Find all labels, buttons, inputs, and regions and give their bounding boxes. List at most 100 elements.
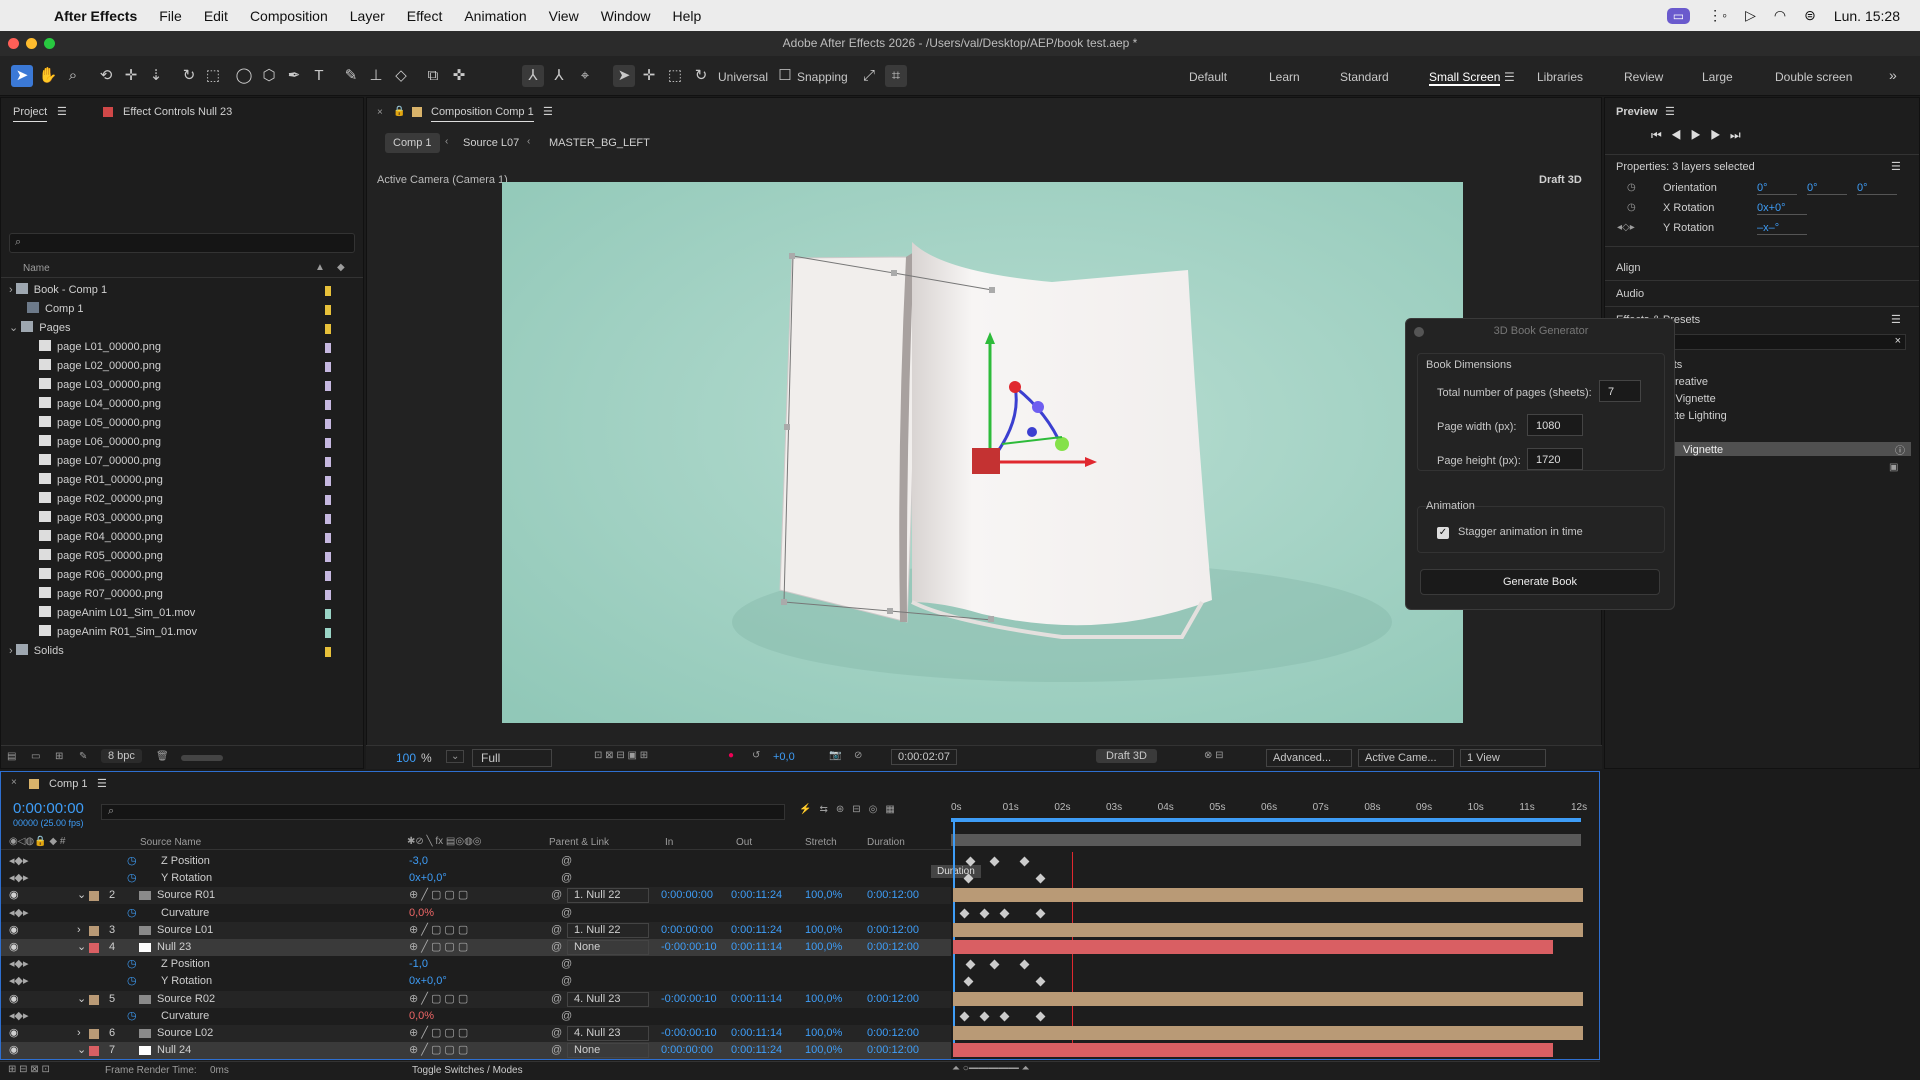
stopwatch-icon[interactable]: ◷ [127, 853, 137, 870]
expression-pick-whip-icon[interactable]: @ [561, 853, 572, 870]
orientation-x[interactable]: 0° [1757, 182, 1797, 195]
zoom-tool-icon[interactable]: ⌕ [62, 65, 84, 87]
keyframe-nav-icon[interactable]: ◂◆▸ [9, 853, 29, 870]
project-item[interactable]: › Solids [9, 642, 353, 661]
layer-duration[interactable]: 0:00:12:00 [867, 939, 919, 956]
keyframe[interactable] [989, 856, 1000, 867]
comp-menu-icon[interactable]: ☰ [543, 105, 553, 118]
timeline-layer-row[interactable]: ◉ › 6 Source L02 ⊕ ╱ ▢ ▢ ▢ @4. Null 23 -0:00:0… [1, 1025, 951, 1042]
zoom-value[interactable]: 100 [396, 751, 416, 765]
snap-options-icon[interactable]: ⤢ [858, 65, 880, 87]
label-column-icon[interactable]: ◆ [337, 262, 345, 273]
property-value[interactable]: 0,0% [409, 1008, 434, 1025]
timeline-property-row[interactable]: ◂◆▸ ◷ Z Position -3,0 @ [1, 853, 951, 870]
label-color-swatch[interactable] [325, 514, 331, 524]
pick-whip-icon[interactable]: @ [551, 991, 562, 1008]
menu-edit[interactable]: Edit [204, 8, 228, 24]
playback-controls-icon[interactable]: ⏮◀▶▶⏭ [1651, 128, 1750, 143]
local-axis-icon[interactable]: ⅄ [522, 65, 544, 87]
viewer-canvas[interactable] [502, 182, 1463, 723]
project-item[interactable]: page L01_00000.png [9, 338, 353, 357]
new-comp-icon[interactable]: ⊞ [55, 751, 63, 762]
layer-name[interactable]: Null 24 [157, 1042, 191, 1059]
layer-out[interactable]: 0:00:11:24 [731, 887, 782, 904]
layer-duration[interactable]: 0:00:12:00 [867, 922, 919, 939]
timeline-property-row[interactable]: ◂◆▸ ◷ Curvature 0,0% @ [1, 905, 951, 922]
stopwatch-icon[interactable]: ◷ [127, 1008, 137, 1025]
renderer-dropdown[interactable]: Advanced... [1266, 749, 1352, 767]
expand-icon[interactable]: ⌄ [77, 991, 86, 1008]
col-in[interactable]: In [665, 837, 673, 848]
tab-project[interactable]: Project [13, 106, 48, 122]
parent-dropdown[interactable]: 4. Null 23 [567, 991, 649, 1007]
pen-icon[interactable]: ✎ [79, 751, 87, 762]
pick-whip-icon[interactable]: @ [551, 1042, 562, 1059]
project-menu-icon[interactable]: ☰ [57, 105, 67, 118]
stopwatch-icon[interactable]: ◷ [127, 870, 137, 887]
stopwatch-icon[interactable]: ◷ [127, 956, 137, 973]
keyframe[interactable] [1035, 976, 1046, 987]
label-color-swatch[interactable] [325, 419, 331, 429]
roto-tool-icon[interactable]: ⧉ [422, 65, 444, 87]
visibility-icon[interactable]: ◉ [9, 1025, 19, 1042]
menu-app[interactable]: After Effects [54, 8, 137, 24]
project-item[interactable]: page R07_00000.png [9, 585, 353, 604]
keyframe[interactable] [1035, 908, 1046, 919]
new-preset-icon[interactable]: ▣ [1889, 462, 1898, 473]
keyframe[interactable] [965, 959, 976, 970]
timeline-layer-row[interactable]: ◉ ⌄ 4 Null 23 ⊕ ╱ ▢ ▢ ▢ @ None -0:00:00:10 0:00:… [1, 939, 951, 956]
close-window-button[interactable] [8, 38, 19, 49]
stagger-label[interactable]: Stagger animation in time [1458, 526, 1583, 538]
generate-book-button[interactable]: Generate Book [1420, 569, 1660, 595]
project-item[interactable]: page R04_00000.png [9, 528, 353, 547]
height-input[interactable]: 1720 [1527, 448, 1583, 470]
tab-timeline-comp1[interactable]: Comp 1 [49, 778, 88, 790]
expand-icon[interactable]: ⌄ [77, 887, 86, 904]
keyframe[interactable] [999, 908, 1010, 919]
timeline-property-row[interactable]: ◂◆▸ ◷ Curvature 0,0% @ [1, 1008, 951, 1025]
label-color-swatch[interactable] [325, 609, 331, 619]
breadcrumb-source-l07[interactable]: Source L07 [463, 137, 519, 149]
av-switches-icon[interactable]: ◉◁◍🔒 ◆ # [9, 836, 65, 847]
label-color-swatch[interactable] [325, 476, 331, 486]
disclosure-icon[interactable]: ⌄ [9, 322, 21, 334]
layer-in[interactable]: 0:00:00:00 [661, 922, 713, 939]
draft-3d-button[interactable]: Draft 3D [1096, 749, 1157, 763]
keyframe[interactable] [989, 959, 1000, 970]
timeline-property-row[interactable]: ◂◆▸ ◷ Y Rotation 0x+0,0° @ [1, 973, 951, 990]
label-color-swatch[interactable] [325, 362, 331, 372]
property-value[interactable]: 0x+0,0° [409, 973, 447, 990]
timeline-menu-icon[interactable]: ☰ [97, 777, 107, 790]
world-axis-icon[interactable]: ⅄ [548, 65, 570, 87]
timeline-layer-row[interactable]: ◉ ⌄ 2 Source R01 ⊕ ╱ ▢ ▢ ▢ @1. Null 22 0:00:00… [1, 887, 951, 905]
layer-out[interactable]: 0:00:11:14 [731, 991, 782, 1008]
project-item[interactable]: Comp 1 [9, 300, 353, 319]
stamp-tool-icon[interactable]: ⊥ [365, 65, 387, 87]
pan-behind-tool-icon[interactable]: ⬚ [202, 65, 224, 87]
keyframe[interactable] [963, 976, 974, 987]
cube-tool-icon[interactable]: ⬡ [258, 65, 280, 87]
eraser-tool-icon[interactable]: ◇ [390, 65, 412, 87]
menu-file[interactable]: File [159, 8, 182, 24]
scale-3d-icon[interactable]: ⬚ [664, 65, 686, 87]
keyframe[interactable] [1035, 873, 1046, 884]
preview-menu-icon[interactable]: ☰ [1665, 105, 1675, 118]
workspace-small-screen[interactable]: Small Screen [1429, 70, 1501, 86]
label-color-swatch[interactable] [325, 533, 331, 543]
view-axis-icon[interactable]: ⌖ [574, 65, 596, 87]
project-item[interactable]: pageAnim R01_Sim_01.mov [9, 623, 353, 642]
layer-label-color[interactable] [89, 994, 99, 1005]
label-color-swatch[interactable] [325, 438, 331, 448]
effects-menu-icon[interactable]: ☰ [1891, 313, 1901, 326]
width-input[interactable]: 1080 [1527, 414, 1583, 436]
info-icon[interactable]: ⓘ [1895, 442, 1905, 457]
layer-switches-icon[interactable]: ✱⊘ ╲ fx ▤◎◍◎ [407, 836, 482, 847]
screen-share-icon[interactable]: ▭ [1666, 7, 1691, 24]
project-item[interactable]: ⌄ Pages [9, 319, 353, 338]
timeline-property-row[interactable]: ◂◆▸ ◷ Z Position -1,0 @ [1, 956, 951, 973]
label-color-swatch[interactable] [325, 324, 331, 334]
workspace-learn[interactable]: Learn [1269, 70, 1300, 84]
show-snapshot-icon[interactable]: ⊘ [854, 750, 862, 761]
disclosure-icon[interactable]: › [9, 645, 16, 657]
layer-out[interactable]: 0:00:11:24 [731, 922, 782, 939]
